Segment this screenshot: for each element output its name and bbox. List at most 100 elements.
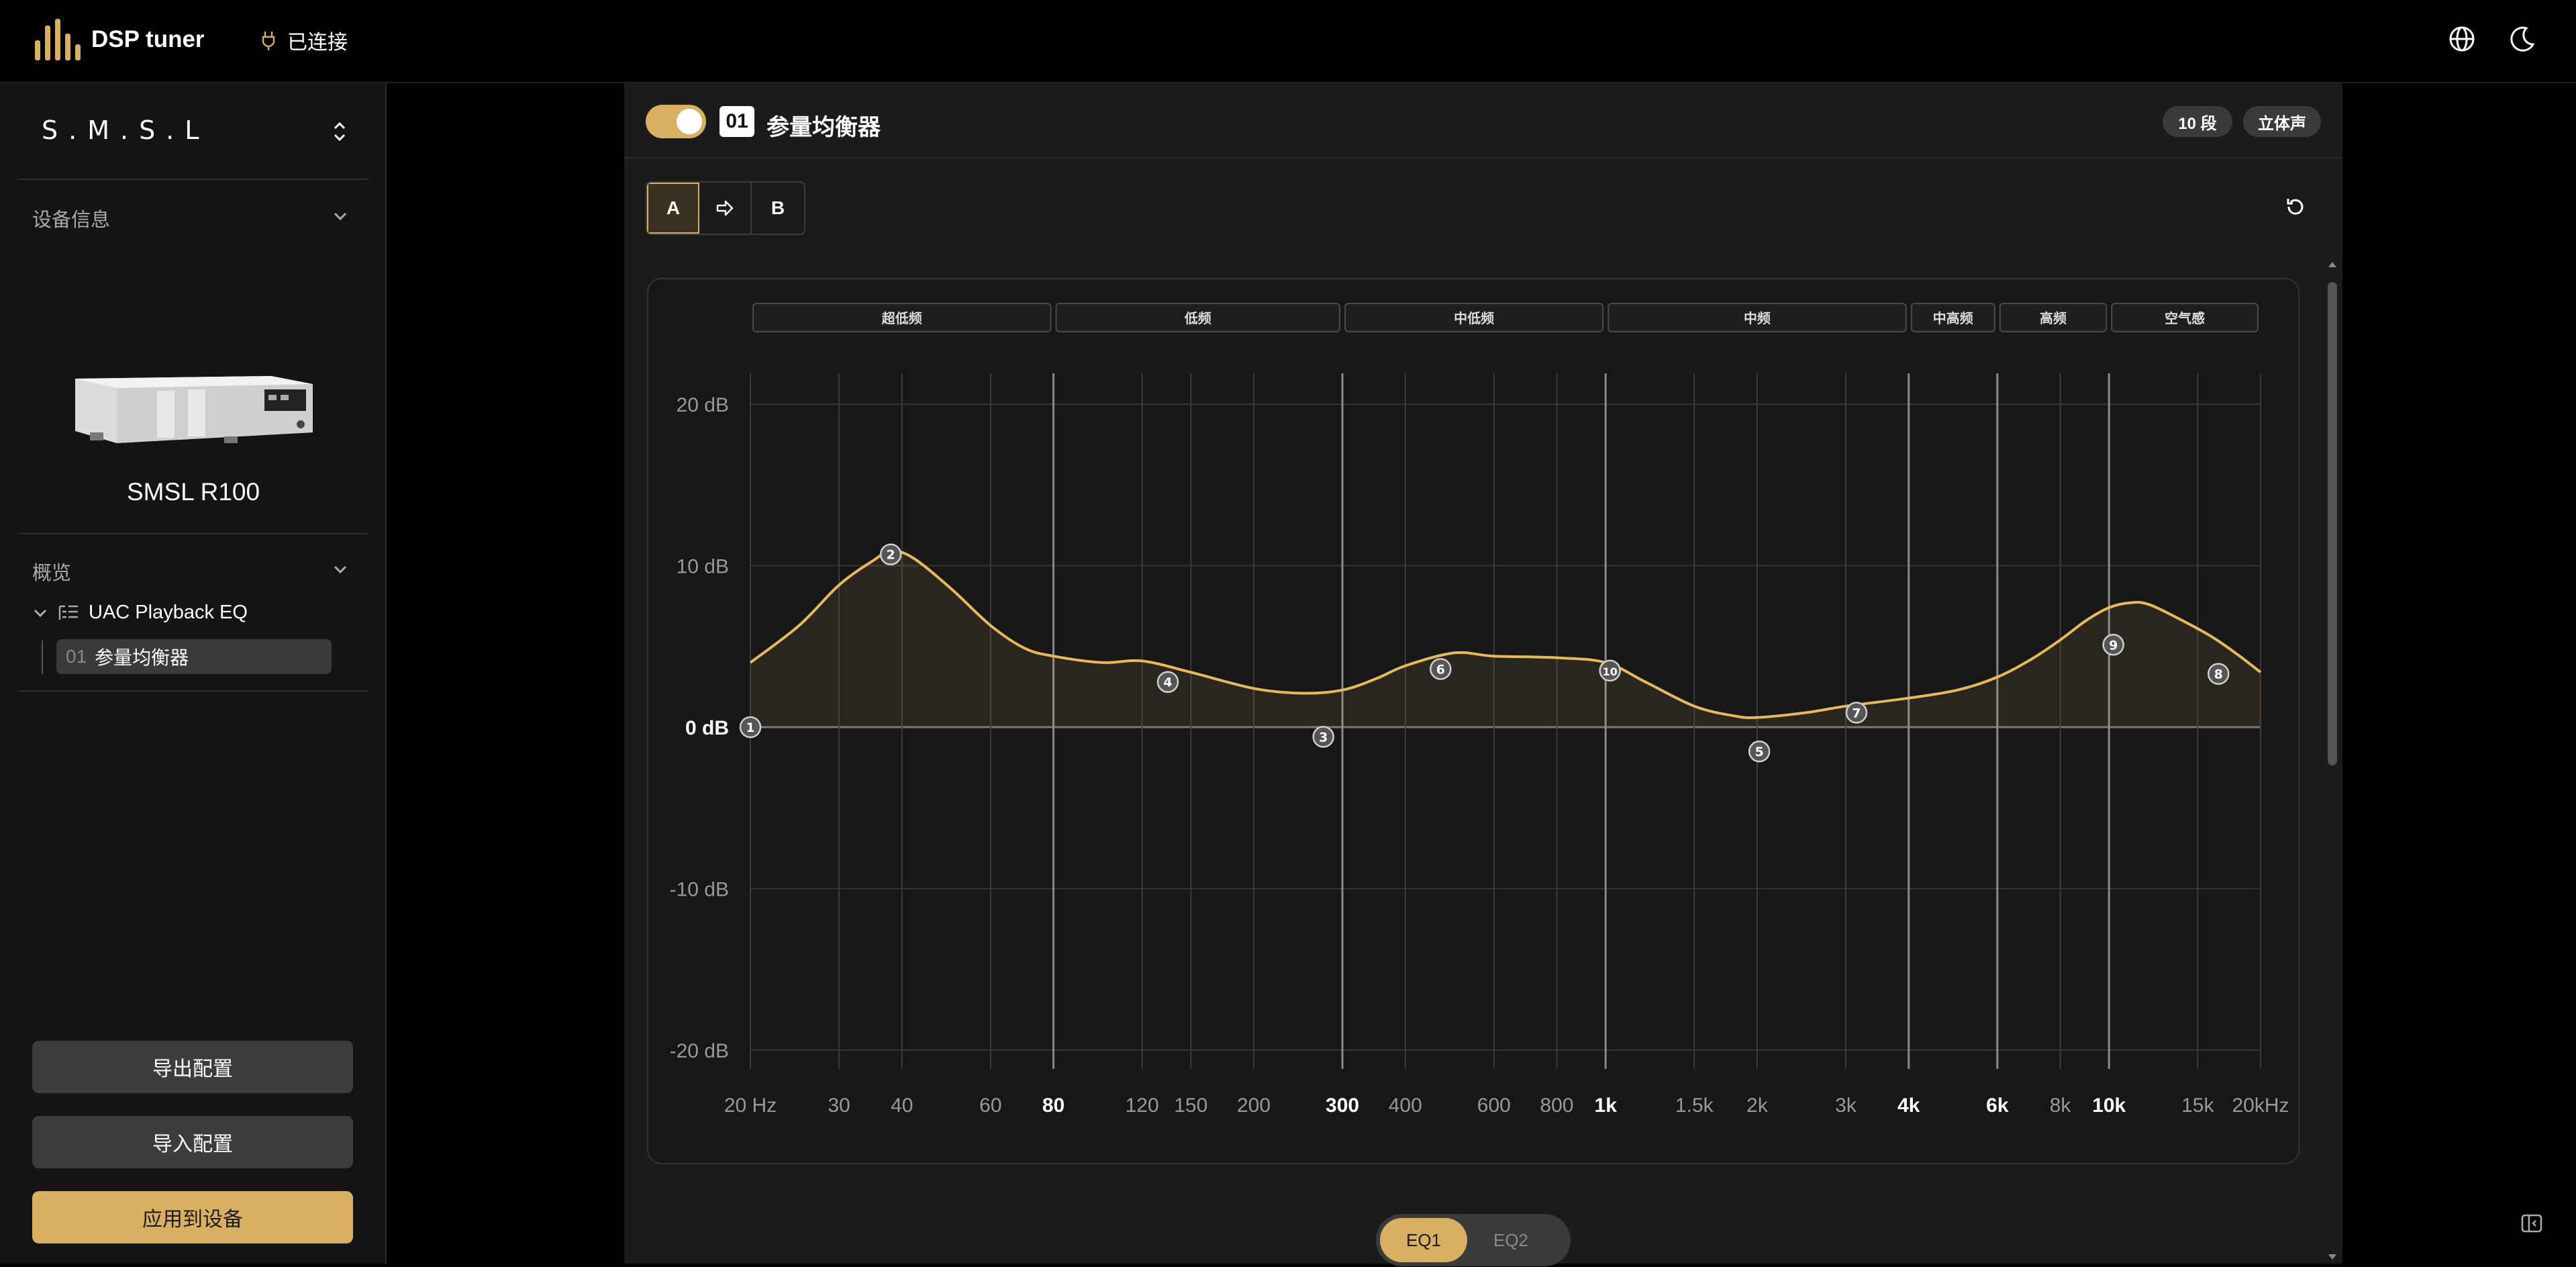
filter-point-3[interactable]: 3 xyxy=(1312,726,1334,748)
ab-compare: A B xyxy=(646,181,805,235)
chevron-down-icon[interactable] xyxy=(32,606,48,620)
filter-point-label: 2 xyxy=(886,548,895,563)
tab-eq2[interactable]: EQ2 xyxy=(1467,1218,1554,1262)
preset-a-button[interactable]: A xyxy=(647,183,699,234)
y-tick-label: 0 dB xyxy=(685,717,729,739)
tab-eq1[interactable]: EQ1 xyxy=(1380,1218,1467,1262)
x-tick-label: 20 Hz xyxy=(724,1094,777,1117)
curve-fill xyxy=(750,551,2261,727)
divider xyxy=(17,690,369,692)
x-tick-label: 1.5k xyxy=(1675,1094,1714,1117)
region-label: 中高频 xyxy=(1933,310,1973,326)
x-tick-label: 4k xyxy=(1897,1094,1920,1117)
overview-label[interactable]: 概览 xyxy=(32,557,71,585)
tree-group-uac[interactable]: UAC Playback EQ xyxy=(32,602,248,624)
x-tick-label: 150 xyxy=(1174,1094,1207,1117)
x-tick-label: 60 xyxy=(979,1094,1001,1117)
filter-point-1[interactable]: 1 xyxy=(739,716,762,739)
region-label: 中频 xyxy=(1744,310,1771,326)
connection-status-label: 已连接 xyxy=(287,32,348,54)
filter-point-label: 5 xyxy=(1755,745,1764,759)
device-name: SMSL R100 xyxy=(126,478,260,506)
filter-point-10[interactable]: 10 xyxy=(1599,659,1621,682)
channel-pill[interactable]: 立体声 xyxy=(2243,106,2321,137)
x-tick-label: 40 xyxy=(891,1094,913,1117)
device-image xyxy=(75,376,313,443)
sidebar-toggle-icon[interactable] xyxy=(2518,1210,2545,1237)
x-tick-label: 15k xyxy=(2181,1094,2214,1117)
import-config-button[interactable]: 导入配置 xyxy=(32,1116,353,1168)
x-tick-label: 400 xyxy=(1389,1094,1422,1117)
moon-icon[interactable] xyxy=(2508,24,2537,54)
chevron-down-icon[interactable] xyxy=(332,209,349,223)
export-config-button[interactable]: 导出配置 xyxy=(32,1041,353,1093)
x-tick-label: 8k xyxy=(2050,1094,2072,1117)
filter-point-5[interactable]: 5 xyxy=(1748,740,1771,763)
eq-tabs: EQ1 EQ2 xyxy=(1376,1214,1571,1266)
sidebar: S.M.S.L 设备信息 SMSL R100 概览 UAC Playback E… xyxy=(0,83,387,1264)
tree-group-label: UAC Playback EQ xyxy=(89,602,248,623)
x-tick-label: 300 xyxy=(1326,1094,1359,1117)
x-tick-label: 20kHz xyxy=(2232,1094,2289,1117)
x-tick-label: 80 xyxy=(1042,1094,1064,1117)
x-tick-label: 1k xyxy=(1595,1094,1618,1117)
arrow-right-icon xyxy=(716,200,734,216)
x-tick-label: 2k xyxy=(1746,1094,1769,1117)
tree-item-peq[interactable]: 01 参量均衡器 xyxy=(56,639,332,674)
region-label: 超低频 xyxy=(881,310,922,326)
globe-icon[interactable] xyxy=(2447,24,2477,54)
x-tick-label: 30 xyxy=(828,1094,850,1117)
x-tick-label: 10k xyxy=(2092,1094,2126,1117)
reset-icon[interactable] xyxy=(2283,195,2308,219)
filter-point-label: 8 xyxy=(2214,667,2223,682)
device-info-label[interactable]: 设备信息 xyxy=(32,204,110,232)
top-bar: DSP tuner 已连接 xyxy=(0,0,2576,83)
divider xyxy=(17,533,369,534)
enable-toggle[interactable] xyxy=(646,105,706,138)
y-tick-label: 10 dB xyxy=(677,556,729,578)
y-tick-label: 20 dB xyxy=(677,394,729,416)
y-tick-label: -20 dB xyxy=(670,1040,729,1062)
bands-pill[interactable]: 10 段 xyxy=(2163,106,2232,137)
list-icon xyxy=(58,605,78,620)
region-label: 空气感 xyxy=(2165,310,2205,326)
eq-index-badge: 01 xyxy=(720,106,754,137)
region-label: 低频 xyxy=(1184,310,1211,326)
filter-point-2[interactable]: 2 xyxy=(879,543,902,565)
panel-header: 01 参量均衡器 10 段 立体声 xyxy=(624,83,2342,158)
scrollbar-thumb[interactable] xyxy=(2328,282,2337,765)
chevron-updown-icon[interactable] xyxy=(330,118,349,145)
preset-b-button[interactable]: B xyxy=(752,183,804,234)
tree-item-label: 参量均衡器 xyxy=(95,647,189,668)
filter-point-9[interactable]: 9 xyxy=(2102,634,2124,656)
filter-point-8[interactable]: 8 xyxy=(2208,663,2230,685)
filter-point-6[interactable]: 6 xyxy=(1430,658,1452,680)
copy-a-to-b-button[interactable] xyxy=(699,183,752,234)
x-tick-label: 200 xyxy=(1237,1094,1271,1117)
x-tick-label: 600 xyxy=(1477,1094,1511,1117)
app-logo-icon xyxy=(35,19,81,60)
brand-logo: S.M.S.L xyxy=(42,115,210,145)
filter-point-label: 4 xyxy=(1163,675,1172,690)
tree-item-num: 01 xyxy=(66,646,87,667)
filter-point-label: 1 xyxy=(746,720,754,735)
filter-point-label: 6 xyxy=(1436,662,1445,677)
apply-to-device-button[interactable]: 应用到设备 xyxy=(32,1191,353,1243)
eq-chart-frame: 超低频 低频 中低频 中频 中高频 高频 空气感 20 dB 10 dB 0 dB -10 dB -2… xyxy=(647,278,2299,1164)
filter-point-4[interactable]: 4 xyxy=(1156,671,1179,693)
region-label: 中低频 xyxy=(1454,310,1494,326)
connection-status[interactable]: 已连接 xyxy=(262,26,348,55)
chevron-down-icon[interactable] xyxy=(332,563,349,576)
divider xyxy=(17,179,369,180)
eq-panel: 01 参量均衡器 10 段 立体声 A B 超低频 低频 中低频 中频 中高频 高频 空气感… xyxy=(624,83,2342,1266)
filter-point-label: 7 xyxy=(1852,706,1861,720)
eq-chart[interactable]: 超低频 低频 中低频 中频 中高频 高频 空气感 20 dB 10 dB 0 dB -10 dB -2… xyxy=(648,279,2301,1166)
x-tick-label: 6k xyxy=(1986,1094,2009,1117)
region-label: 高频 xyxy=(2040,310,2067,326)
x-tick-label: 3k xyxy=(1835,1094,1857,1117)
filter-point-7[interactable]: 7 xyxy=(1845,702,1868,724)
filter-point-label: 10 xyxy=(1603,665,1618,678)
panel-title: 参量均衡器 xyxy=(766,115,881,140)
x-tick-label: 800 xyxy=(1540,1094,1574,1117)
tree-connector xyxy=(42,641,43,674)
